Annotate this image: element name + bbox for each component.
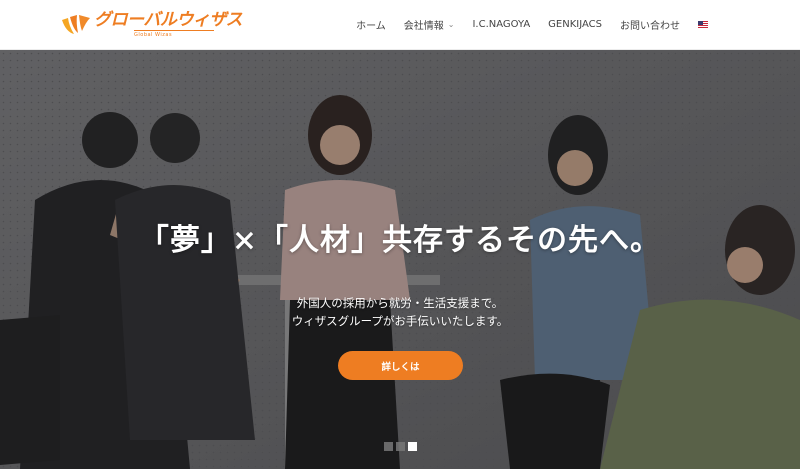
nav-item-contact[interactable]: お問い合わせ [620, 17, 680, 32]
hero-subtitle: 外国人の採用から就労・生活支援まで。 ウィザスグループがお手伝いいたします。 [0, 294, 800, 330]
nav-item-label: お問い合わせ [620, 21, 680, 32]
nav-item-label: ホーム [356, 21, 386, 32]
logo-subtext: Global Wizas [134, 30, 214, 38]
hero-subtitle-line: 外国人の採用から就労・生活支援まで。 [296, 296, 504, 310]
site-header: グローバルウィザス Global Wizas ホーム 会社情報 ⌄ I.C.NAG… [0, 0, 800, 50]
site-logo[interactable]: グローバルウィザス Global Wizas [60, 5, 243, 45]
nav-item-home[interactable]: ホーム [356, 17, 386, 32]
slide-dot-1[interactable] [384, 442, 393, 451]
flag-canton [698, 21, 703, 25]
chevron-down-icon: ⌄ [447, 20, 455, 29]
nav-item-company-info[interactable]: 会社情報 ⌄ [404, 17, 455, 32]
nav-item-label: 会社情報 [403, 21, 444, 32]
nav-item-label: GENKIJACS [548, 19, 602, 30]
wings-logo-icon [62, 14, 90, 34]
logo-text: グローバルウィザス [94, 10, 243, 30]
hero-overlay [0, 50, 800, 469]
nav-item-label: I.C.NAGOYA [472, 19, 531, 30]
slide-dot-3[interactable] [408, 442, 417, 451]
slider-pagination [384, 442, 420, 451]
slide-dot-2[interactable] [396, 442, 405, 451]
us-flag-icon[interactable] [698, 21, 708, 28]
nav-item-genkijacs[interactable]: GENKIJACS [548, 19, 602, 30]
hero-title: 「夢」×「人材」共存するその先へ。 [138, 223, 662, 258]
nav-item-ic-nagoya[interactable]: I.C.NAGOYA [472, 19, 530, 30]
hero-subtitle-line: ウィザスグループがお手伝いいたします。 [291, 314, 509, 328]
main-nav: ホーム 会社情報 ⌄ I.C.NAGOYA GENKIJACS お問い合わせ [356, 0, 708, 50]
hero-slider: 「夢」×「人材」共存するその先へ。 外国人の採用から就労・生活支援まで。 ウィザ… [0, 50, 800, 469]
details-button[interactable]: 詳しくは [338, 351, 463, 380]
